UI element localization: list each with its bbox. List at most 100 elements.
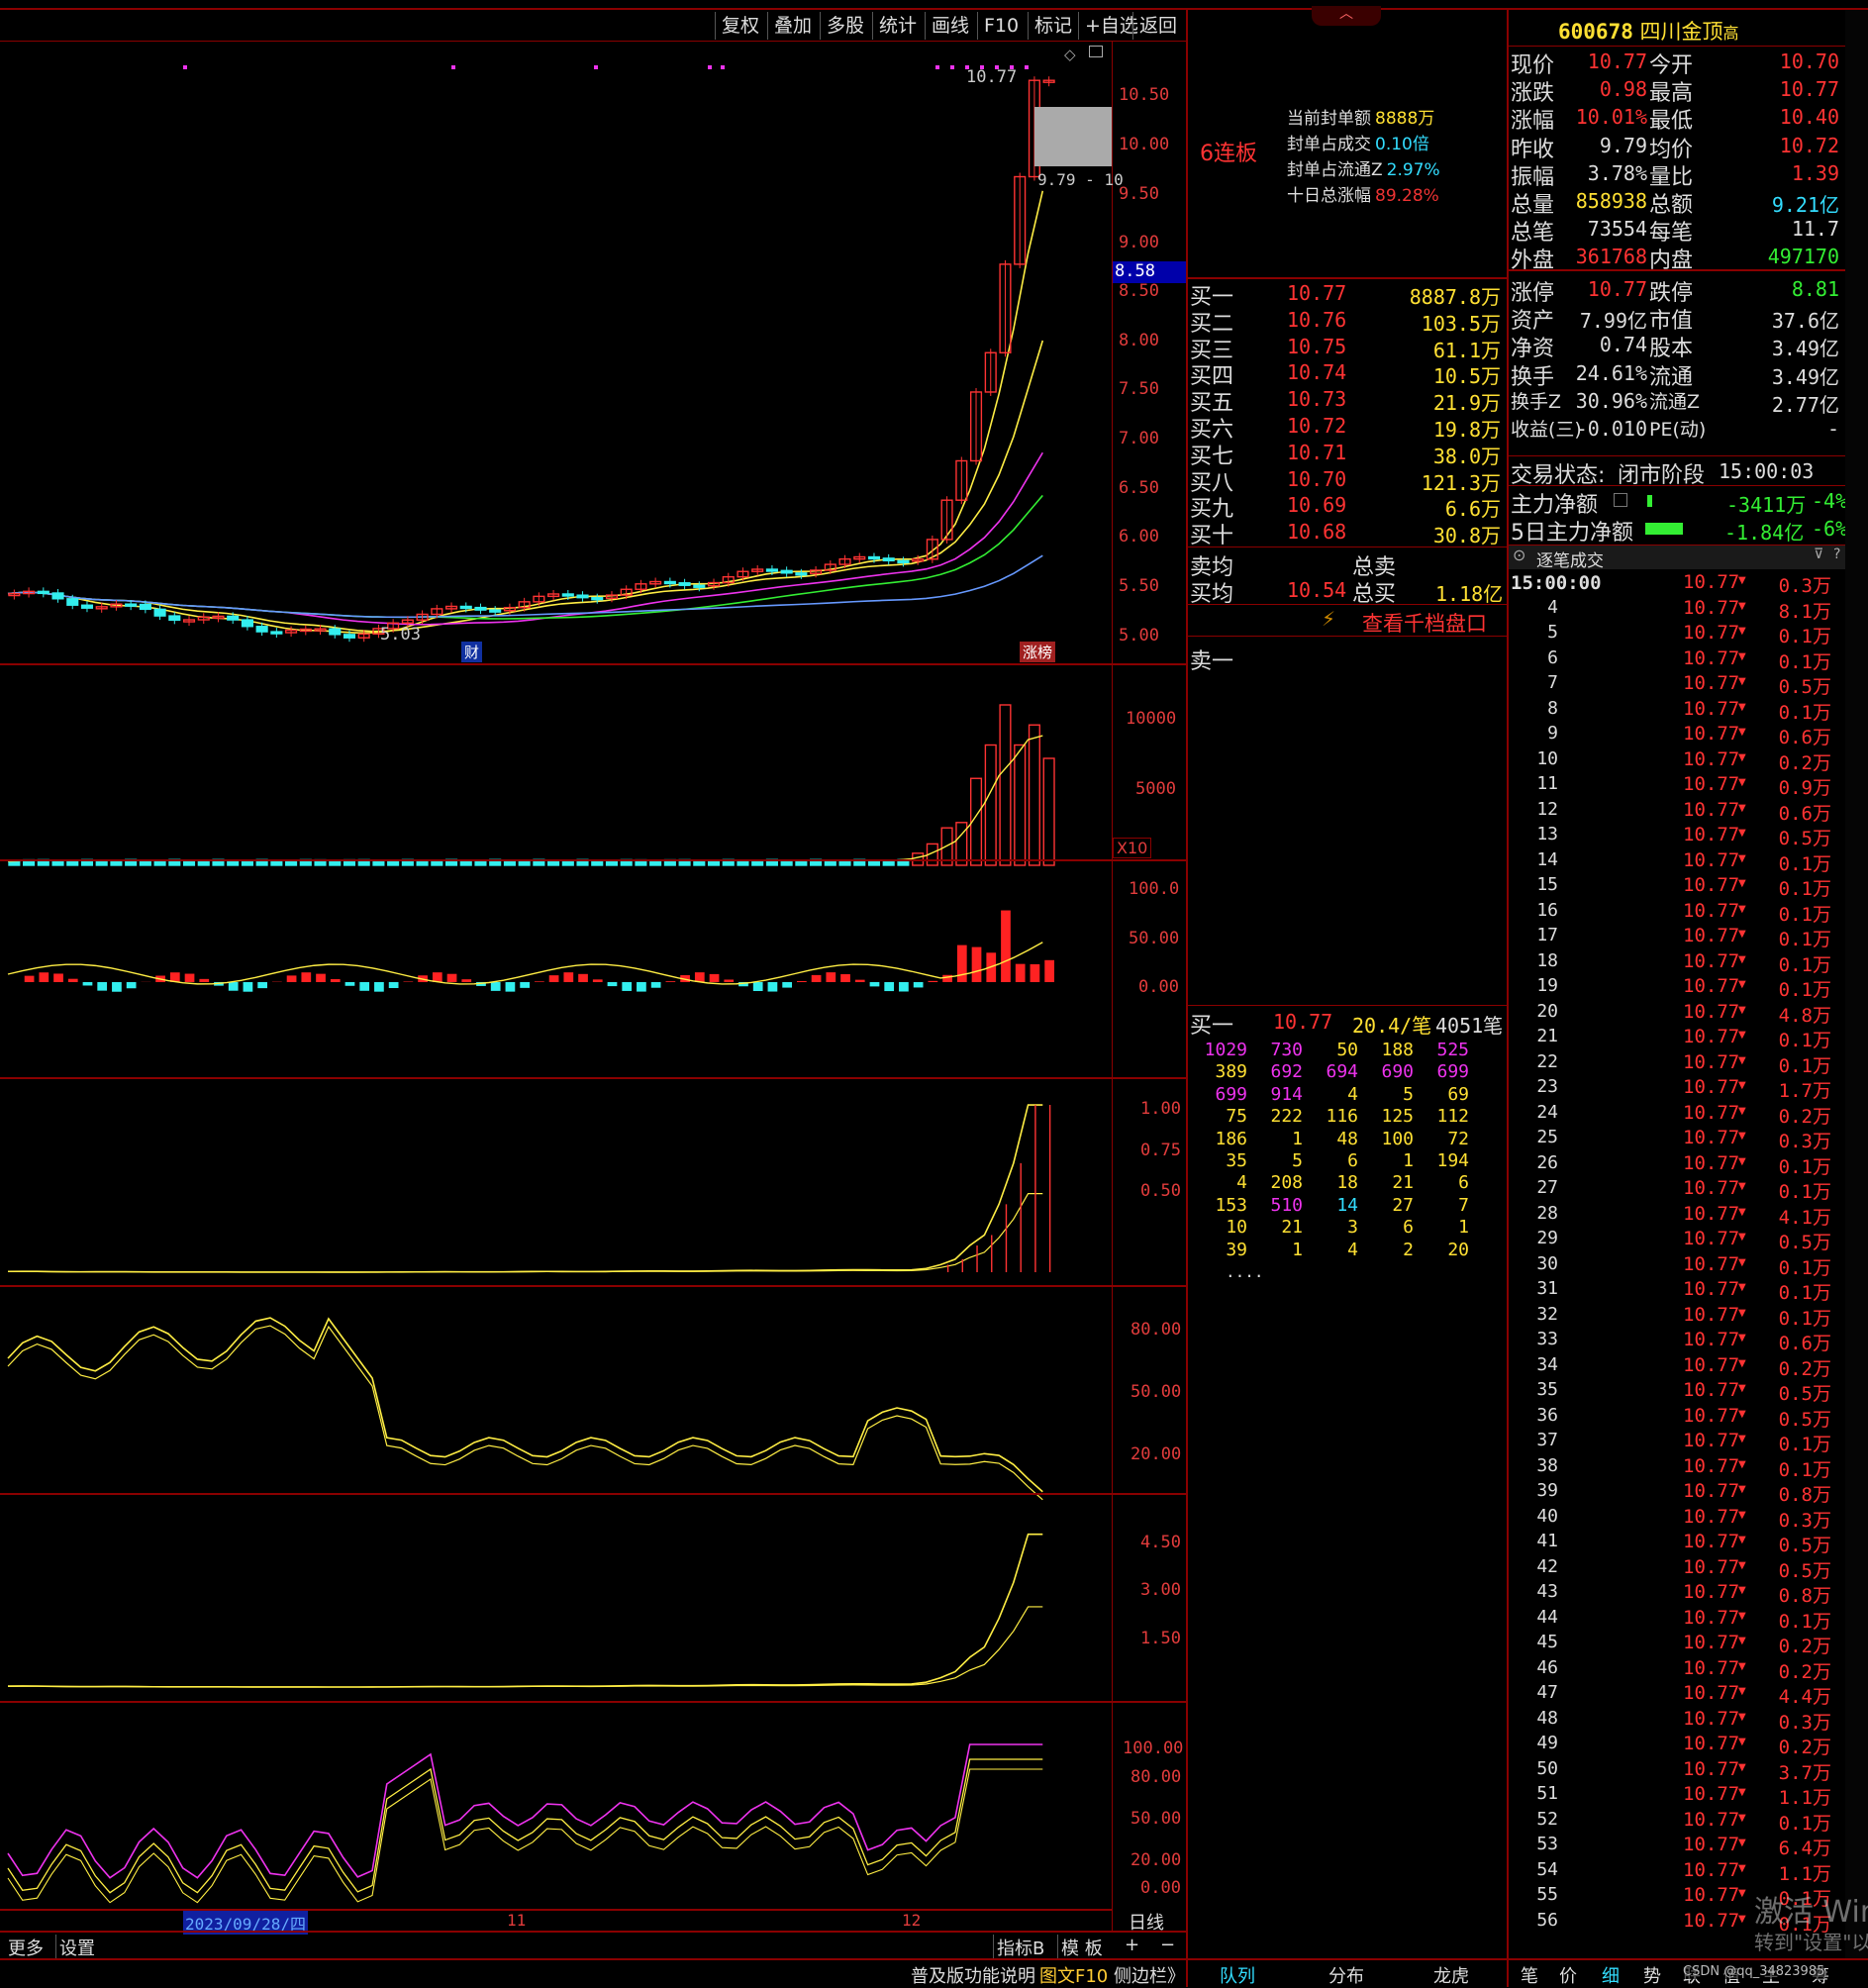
tick-price: 10.77: [1683, 1379, 1739, 1401]
seal-row: 封单占流通Z2.97%: [1287, 155, 1505, 181]
tick-row: 14 10.77 ▼ 0.1万: [1509, 849, 1835, 875]
tab-xi[interactable]: 细: [1602, 1962, 1620, 1988]
zoom-out-button[interactable]: −: [1160, 1935, 1175, 1955]
candle: [344, 635, 355, 638]
tick-volume: 0.2万: [1779, 1733, 1831, 1759]
quote-value: -: [1827, 417, 1839, 441]
draw-line-button[interactable]: 画线: [925, 12, 975, 40]
candle: [256, 627, 267, 632]
kline-chart-area[interactable]: [0, 42, 1186, 1931]
tick-time: 26: [1536, 1152, 1558, 1173]
indicator1-bar: [797, 981, 807, 982]
indicator1-bar: [608, 982, 618, 986]
orderbook-panel: 6连板 当前封单额8888万 封单占成交0.10倍 封单占流通Z2.97% 十日…: [1188, 10, 1507, 1958]
quote-label: 净资: [1511, 331, 1554, 362]
multi-stock-button[interactable]: 多股: [820, 12, 870, 40]
bid-list: 买一 10.77 8887.8万买二 10.76 103.5万买三 10.75 …: [1188, 279, 1507, 547]
tick-time: 14: [1536, 849, 1558, 870]
bid-row[interactable]: 买六 10.72 19.8万: [1188, 412, 1507, 439]
quote-value: 10.01%: [1576, 105, 1647, 129]
volume-bar: [1015, 746, 1026, 866]
limit-up-tag[interactable]: 涨榜: [1020, 642, 1055, 662]
down-arrow-icon: ▼: [1738, 1813, 1746, 1824]
bid-row[interactable]: 买八 10.70 121.3万: [1188, 465, 1507, 492]
indicator1-tick: 0.00: [1138, 977, 1179, 997]
quote-label: 振幅: [1511, 159, 1554, 191]
window-icon[interactable]: [1089, 46, 1103, 57]
diamond-icon[interactable]: ◇: [1064, 46, 1076, 63]
tick-volume: 0.3万: [1779, 1506, 1831, 1533]
ma-line-20: [8, 452, 1042, 624]
tick-row: 41 10.77 ▼ 0.5万: [1509, 1531, 1835, 1556]
tick-price: 10.77: [1683, 1455, 1739, 1477]
f10-button[interactable]: F10: [977, 12, 1025, 40]
indicator1-bar: [491, 982, 501, 991]
volume-bar: [1030, 725, 1040, 865]
tick-price: 10.77: [1683, 1910, 1739, 1932]
tab-jia[interactable]: 价: [1559, 1962, 1577, 1988]
zoom-in-button[interactable]: +: [1125, 1935, 1139, 1955]
indicator5-tick: 50.00: [1131, 1809, 1181, 1829]
indicator1-bar: [549, 975, 559, 982]
bid-row[interactable]: 买一 10.77 8887.8万: [1188, 279, 1507, 306]
indicator5-tick: 0.00: [1140, 1878, 1181, 1898]
down-arrow-icon: ▼: [1738, 1257, 1746, 1268]
down-arrow-icon: ▼: [1738, 1611, 1746, 1622]
bid-row[interactable]: 买三 10.75 61.1万: [1188, 333, 1507, 359]
tick-row: 20 10.77 ▼ 4.8万: [1509, 1001, 1835, 1027]
tab-distribution[interactable]: 分布: [1328, 1962, 1364, 1988]
candle: [665, 581, 676, 583]
down-arrow-icon: ▼: [1738, 853, 1746, 864]
indicator4-line: [8, 1535, 1042, 1687]
bid-row[interactable]: 买五 10.73 21.9万: [1188, 385, 1507, 412]
restore-right-button[interactable]: 复权: [715, 12, 765, 40]
template-button[interactable]: 模 板: [1057, 1935, 1103, 1960]
help-link[interactable]: 普及版功能说明: [911, 1962, 1035, 1988]
tab-dragon-tiger[interactable]: 龙虎: [1433, 1962, 1469, 1988]
indicator1-bar: [578, 974, 588, 982]
indicator1-bar: [1031, 964, 1040, 982]
collapse-icon[interactable]: ⊙: [1513, 546, 1525, 564]
volume-bar: [373, 861, 384, 865]
quote-value: 10.77: [1588, 50, 1647, 73]
tick-volume: 0.6万: [1779, 1329, 1831, 1355]
ticks-header: ⊙ 逐笔成交 ⊽ ?: [1509, 546, 1845, 569]
filter-icon[interactable]: ⊽: [1814, 547, 1823, 562]
tab-bi[interactable]: 笔: [1521, 1962, 1538, 1988]
quote-label: 涨停: [1511, 275, 1554, 307]
bid-row[interactable]: 买四 10.74 10.5万: [1188, 358, 1507, 385]
indicator-button[interactable]: 指标B: [993, 1935, 1044, 1960]
tick-volume: 0.5万: [1779, 1556, 1831, 1583]
indicator2-line2: [8, 1194, 1042, 1272]
indicator2-tick: 0.50: [1140, 1181, 1181, 1201]
indicator1-bar: [1044, 960, 1054, 982]
candle: [883, 558, 894, 560]
view-depth-link[interactable]: 查看千档盘口: [1362, 608, 1487, 638]
tab-queue[interactable]: 队列: [1220, 1962, 1255, 1988]
tab-shi[interactable]: 势: [1643, 1962, 1661, 1988]
candle: [796, 573, 807, 575]
sidebar-link[interactable]: 侧边栏》: [1114, 1962, 1185, 1988]
finance-tag[interactable]: 财: [461, 642, 482, 662]
indicator1-bar: [389, 982, 399, 988]
down-arrow-icon: ▼: [1738, 1106, 1746, 1117]
bid-row[interactable]: 买七 10.71 38.0万: [1188, 439, 1507, 465]
indicator5-tick: 20.00: [1131, 1850, 1181, 1870]
bid-row[interactable]: 买二 10.76 103.5万: [1188, 306, 1507, 333]
f10-link[interactable]: 图文F10: [1039, 1962, 1108, 1988]
tick-row: 4 10.77 ▼ 8.1万: [1509, 597, 1835, 623]
price-zone-box: [1034, 107, 1112, 166]
statistics-button[interactable]: 统计: [872, 12, 923, 40]
bid-row[interactable]: 买九 10.69 6.6万: [1188, 491, 1507, 518]
queue-cell: 2: [1358, 1240, 1414, 1260]
back-button[interactable]: 返回: [1132, 12, 1183, 40]
help-icon[interactable]: ?: [1833, 547, 1840, 562]
tick-volume: 0.1万: [1779, 1278, 1831, 1305]
bid-row[interactable]: 买十 10.68 30.8万: [1188, 518, 1507, 545]
mark-button[interactable]: 标记: [1028, 12, 1078, 40]
order-queue: 1029730501885253896926946906996999144569…: [1188, 1040, 1507, 1297]
settings-button[interactable]: 设置: [55, 1935, 95, 1960]
more-button[interactable]: 更多: [8, 1935, 44, 1960]
overlay-button[interactable]: 叠加: [767, 12, 818, 40]
candle: [271, 632, 282, 634]
